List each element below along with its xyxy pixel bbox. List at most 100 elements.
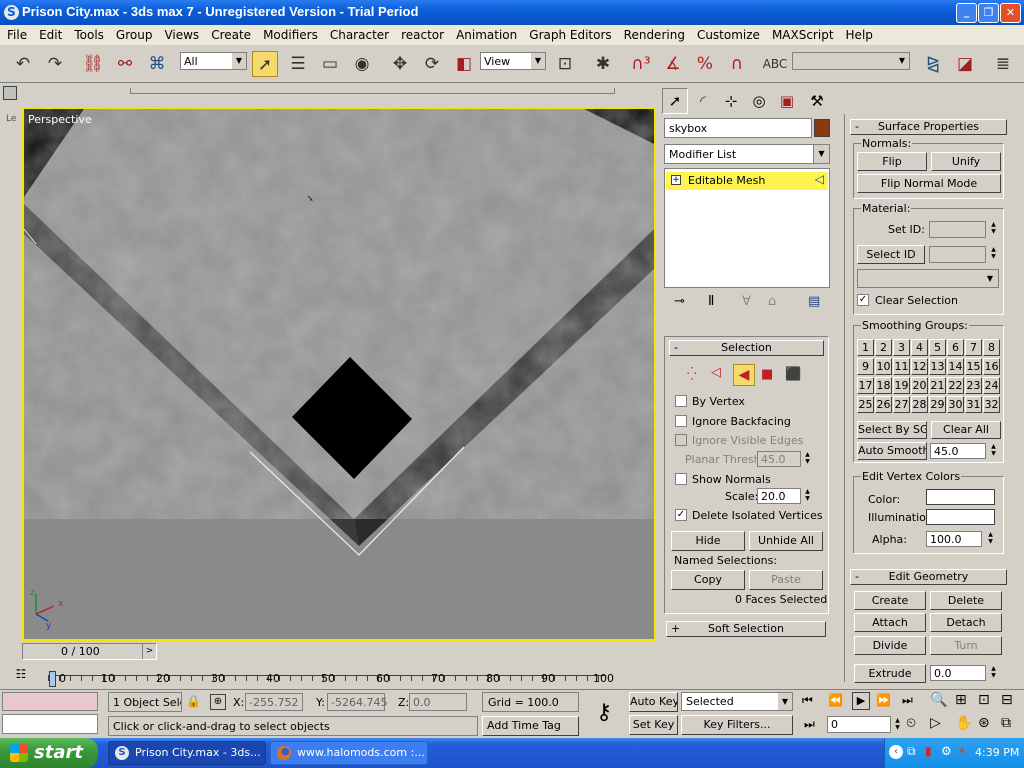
menu-rendering[interactable]: Rendering bbox=[618, 25, 691, 45]
auto-smooth-spinner[interactable]: ▲ ▼ bbox=[989, 443, 998, 457]
alpha-field[interactable]: 100.0 bbox=[926, 531, 982, 547]
current-frame-field[interactable]: 0 bbox=[827, 716, 891, 733]
sg-button-18[interactable]: 18 bbox=[875, 377, 892, 394]
panel-scrollbar[interactable] bbox=[1016, 114, 1024, 682]
menu-maxscript[interactable]: MAXScript bbox=[766, 25, 840, 45]
object-name-field[interactable]: skybox bbox=[664, 118, 812, 138]
taskbar-item-3dsmax[interactable]: S Prison City.max - 3ds... bbox=[108, 741, 266, 765]
select-by-name-icon[interactable]: ☰ bbox=[285, 51, 311, 77]
spinner-snap-icon[interactable]: ∩ bbox=[724, 51, 750, 77]
illumination-swatch[interactable] bbox=[926, 509, 995, 525]
zoom-extents-all-icon[interactable]: ⊟ bbox=[1001, 692, 1013, 708]
copy-button[interactable]: Copy bbox=[671, 570, 745, 590]
track-bar[interactable]: ☷ 0 10 20 30 40 50 60 70 80 90 100 bbox=[0, 663, 658, 689]
surface-properties-rollout-header[interactable]: - Surface Properties bbox=[850, 119, 1007, 135]
sg-button-7[interactable]: 7 bbox=[965, 339, 982, 356]
menu-animation[interactable]: Animation bbox=[450, 25, 523, 45]
menu-edit[interactable]: Edit bbox=[33, 25, 68, 45]
hide-button[interactable]: Hide bbox=[671, 531, 745, 551]
detach-button[interactable]: Detach bbox=[930, 613, 1002, 632]
menu-reactor[interactable]: reactor bbox=[395, 25, 450, 45]
x-coordinate-field[interactable]: -255.752 bbox=[245, 693, 303, 711]
reference-coordinate-dropdown[interactable]: View ▼ bbox=[480, 52, 546, 70]
show-end-result-icon[interactable]: Ⅱ bbox=[708, 294, 714, 309]
taskbar-item-firefox[interactable]: www.halomods.com :... bbox=[270, 741, 428, 765]
tray-app-icon[interactable]: ⚙ bbox=[941, 744, 952, 758]
sg-button-21[interactable]: 21 bbox=[929, 377, 946, 394]
zoom-icon[interactable]: 🔍 bbox=[930, 692, 947, 708]
set-key-button[interactable]: Set Key bbox=[629, 715, 678, 735]
create-tab-icon[interactable]: ➚ bbox=[662, 88, 688, 114]
align-icon[interactable]: ◪ bbox=[952, 51, 978, 77]
zoom-extents-icon[interactable]: ⊡ bbox=[978, 692, 990, 708]
delete-button[interactable]: Delete bbox=[930, 591, 1002, 610]
layer-manager-icon[interactable]: ≣ bbox=[990, 51, 1016, 77]
maxscript-listener-field[interactable] bbox=[2, 692, 98, 711]
flip-button[interactable]: Flip bbox=[857, 152, 927, 171]
edit-named-selection-icon[interactable]: ABC bbox=[762, 51, 788, 77]
select-object-icon[interactable]: ➚ bbox=[252, 51, 278, 77]
menu-group[interactable]: Group bbox=[110, 25, 159, 45]
pin-stack-icon[interactable]: ⊸ bbox=[674, 294, 685, 309]
object-color-swatch[interactable] bbox=[814, 119, 830, 137]
ignore-visible-edges-checkbox[interactable] bbox=[675, 434, 687, 446]
tray-collapse-icon[interactable]: ‹ bbox=[889, 745, 903, 759]
messenger-icon[interactable]: ✶ bbox=[957, 744, 967, 758]
sg-button-27[interactable]: 27 bbox=[893, 396, 910, 413]
unify-button[interactable]: Unify bbox=[931, 152, 1001, 171]
sg-button-6[interactable]: 6 bbox=[947, 339, 964, 356]
sg-button-12[interactable]: 12 bbox=[911, 358, 928, 375]
start-button[interactable]: start bbox=[0, 738, 98, 768]
sg-button-5[interactable]: 5 bbox=[929, 339, 946, 356]
zoom-all-icon[interactable]: ⊞ bbox=[955, 692, 967, 708]
viewport-layout-icon[interactable] bbox=[3, 86, 17, 100]
stack-item-editable-mesh[interactable]: + Editable Mesh ◁ bbox=[666, 172, 828, 190]
divide-button[interactable]: Divide bbox=[854, 636, 926, 655]
go-to-start-icon[interactable]: ⏮ bbox=[802, 693, 813, 708]
extrude-field[interactable]: 0.0 bbox=[930, 665, 986, 681]
time-slider[interactable]: 0 / 100 > bbox=[22, 643, 157, 660]
unlink-icon[interactable]: ⚯ bbox=[112, 51, 138, 77]
sg-button-1[interactable]: 1 bbox=[857, 339, 874, 356]
pivot-center-icon[interactable]: ⊡ bbox=[552, 51, 578, 77]
security-icon[interactable]: ▮ bbox=[925, 744, 932, 758]
sg-button-22[interactable]: 22 bbox=[947, 377, 964, 394]
scale-field[interactable]: 20.0 bbox=[757, 488, 801, 504]
next-frame-icon[interactable]: ⏩ bbox=[876, 693, 891, 707]
sg-button-10[interactable]: 10 bbox=[875, 358, 892, 375]
sg-button-13[interactable]: 13 bbox=[929, 358, 946, 375]
scale-icon[interactable]: ◧ bbox=[451, 51, 477, 77]
undo-icon[interactable]: ↶ bbox=[10, 51, 36, 77]
maxscript-output-field[interactable] bbox=[2, 714, 98, 734]
configure-sets-icon[interactable]: ▤ bbox=[808, 294, 820, 309]
sg-button-8[interactable]: 8 bbox=[983, 339, 1000, 356]
create-button[interactable]: Create bbox=[854, 591, 926, 610]
edit-geometry-rollout-header[interactable]: - Edit Geometry bbox=[850, 569, 1007, 585]
sg-button-20[interactable]: 20 bbox=[911, 377, 928, 394]
menu-views[interactable]: Views bbox=[158, 25, 205, 45]
sg-button-26[interactable]: 26 bbox=[875, 396, 892, 413]
snap-toggle-icon[interactable]: ∩³ bbox=[628, 51, 654, 77]
key-filters-button[interactable]: Key Filters... bbox=[681, 715, 793, 735]
attach-button[interactable]: Attach bbox=[854, 613, 926, 632]
planar-thresh-spinner[interactable]: ▲ ▼ bbox=[803, 451, 812, 465]
motion-tab-icon[interactable]: ◎ bbox=[746, 88, 772, 114]
mirror-icon[interactable]: ⧎ bbox=[920, 51, 946, 77]
extrude-spinner[interactable]: ▲ ▼ bbox=[989, 665, 998, 679]
set-key-icon[interactable]: ⚷ bbox=[586, 698, 622, 728]
turn-button[interactable]: Turn bbox=[930, 636, 1002, 655]
current-frame-spinner[interactable]: ▲ ▼ bbox=[893, 717, 902, 731]
bind-space-warp-icon[interactable]: ⌘ bbox=[144, 51, 170, 77]
ignore-backfacing-checkbox[interactable] bbox=[675, 415, 687, 427]
named-selection-set-dropdown[interactable]: ▼ bbox=[792, 52, 910, 70]
z-coordinate-field[interactable]: 0.0 bbox=[409, 693, 467, 711]
sg-button-19[interactable]: 19 bbox=[893, 377, 910, 394]
display-tab-icon[interactable]: ▣ bbox=[774, 88, 800, 114]
sg-button-14[interactable]: 14 bbox=[947, 358, 964, 375]
menu-file[interactable]: File bbox=[1, 25, 33, 45]
utilities-tab-icon[interactable]: ⚒ bbox=[804, 88, 830, 114]
sg-button-15[interactable]: 15 bbox=[965, 358, 982, 375]
sg-button-29[interactable]: 29 bbox=[929, 396, 946, 413]
menu-help[interactable]: Help bbox=[840, 25, 879, 45]
edge-mode-icon[interactable]: ◁ bbox=[711, 365, 721, 380]
